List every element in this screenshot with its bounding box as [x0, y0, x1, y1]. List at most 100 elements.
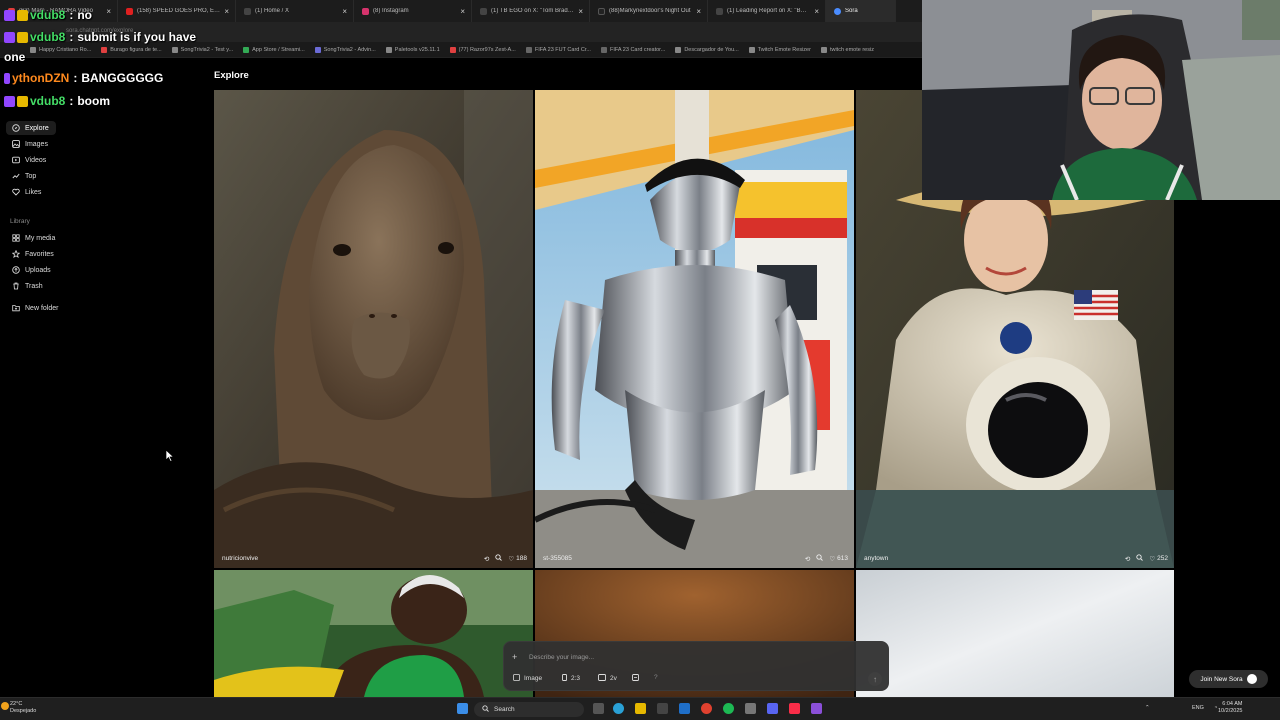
variations-selector[interactable]: 2v	[598, 674, 617, 683]
remix-icon[interactable]: ⟲	[1125, 555, 1130, 563]
sidebar-item-images[interactable]: Images	[6, 137, 56, 151]
discord-icon[interactable]	[767, 703, 778, 714]
join-new-sora-button[interactable]: Join New Sora	[1189, 670, 1268, 688]
close-tab-icon[interactable]: ×	[224, 7, 229, 16]
file-explorer-icon[interactable]	[635, 703, 646, 714]
search-icon[interactable]	[1136, 554, 1144, 563]
close-tab-icon[interactable]: ×	[578, 7, 583, 16]
sidebar-item-favorites[interactable]: Favorites	[6, 247, 70, 261]
bookmark-icon	[171, 46, 178, 53]
browser-tab[interactable]: (1) TB EGO on X: "Tom Brady is ×	[472, 0, 590, 22]
bookmark[interactable]: Descargador de You...	[675, 46, 739, 53]
settings-icon[interactable]	[745, 703, 756, 714]
chat-separator: :	[73, 71, 78, 85]
like-button[interactable]: ♡ 613	[829, 555, 848, 563]
creator-username[interactable]: anytown	[864, 555, 888, 562]
chat-separator: :	[69, 8, 74, 22]
sidebar-item-videos[interactable]: Videos	[6, 153, 56, 167]
chat-text: BANGGGGGG	[81, 71, 164, 85]
search-icon[interactable]	[495, 554, 503, 563]
media-type-selector[interactable]: Image	[513, 674, 542, 683]
windows-start-icon[interactable]	[457, 703, 468, 714]
music-app-icon[interactable]	[789, 703, 800, 714]
sidebar-item-trash[interactable]: Trash	[6, 279, 70, 293]
bookmark[interactable]: twitch emote resiz	[820, 46, 874, 53]
sidebar-item-uploads[interactable]: Uploads	[6, 263, 70, 277]
creator-username[interactable]: st-355085	[543, 555, 572, 562]
sidebar-item-explore[interactable]: Explore	[6, 121, 56, 135]
close-tab-icon[interactable]: ×	[696, 7, 701, 16]
bookmark[interactable]: Paletools v25.11.1	[385, 46, 440, 53]
language-indicator[interactable]: ENG	[1192, 705, 1204, 711]
browser-tab-active[interactable]: Sora	[826, 0, 896, 22]
close-tab-icon[interactable]: ×	[460, 7, 465, 16]
sidebar-item-top[interactable]: Top	[6, 169, 56, 183]
like-button[interactable]: ♡ 252	[1149, 555, 1168, 563]
bookmark[interactable]: Twitch Emote Resizer	[748, 46, 811, 53]
chevron-up-icon[interactable]: ⌃	[1145, 705, 1150, 711]
chat-badge-icon	[4, 9, 15, 21]
browser-tab[interactable]: (158) SPEED GOES PRO, EPISODE×	[118, 0, 236, 22]
bookmark-icon	[449, 46, 456, 53]
chrome-browser-icon[interactable]	[701, 703, 712, 714]
browser-tab[interactable]: (8) Instagram ×	[354, 0, 472, 22]
bookmark[interactable]: FIFA 23 Card creator...	[600, 46, 665, 53]
store-icon[interactable]	[657, 703, 668, 714]
search-icon[interactable]	[816, 554, 824, 563]
help-button[interactable]: ?	[654, 674, 658, 681]
wifi-icon[interactable]: ◔	[1214, 705, 1217, 711]
bookmark[interactable]: (77) Razor97s Zest-A...	[449, 46, 516, 53]
close-tab-icon[interactable]: ×	[814, 7, 819, 16]
presets-icon[interactable]	[632, 674, 639, 681]
card-actions: ⟲ ♡ 613	[805, 554, 848, 563]
gallery-card-runner[interactable]	[214, 570, 533, 697]
variations-icon	[598, 674, 606, 683]
windows-taskbar: 22°C Despejado Search ⌃ ENG ◔ 6:04 AM 10…	[0, 697, 1280, 720]
bookmark[interactable]: Burago figura de te...	[101, 46, 162, 53]
submit-arrow-icon[interactable]: ↑	[868, 672, 882, 686]
taskbar-clock[interactable]: 6:04 AM 10/2/2025	[1218, 701, 1242, 715]
chat-username: vdub8	[30, 8, 66, 22]
gallery-card-dinosaur[interactable]: nutricionvive ⟲ ♡ 188	[214, 90, 533, 568]
chat-text: boom	[77, 94, 111, 108]
mail-icon[interactable]	[679, 703, 690, 714]
card-actions: ⟲ ♡ 188	[484, 554, 527, 563]
new-folder-button[interactable]: New folder	[6, 301, 70, 315]
gallery-card-robot[interactable]: st-355085 ⟲ ♡ 613	[535, 90, 854, 568]
bookmark-icon	[525, 46, 532, 53]
bookmark[interactable]: FIFA 23 FUT Card Cr...	[525, 46, 591, 53]
browser-tab[interactable]: (88)Markynextdoor's Night Out ×	[590, 0, 708, 22]
bookmark[interactable]: SongTrivia2 - Advin...	[314, 46, 376, 53]
like-button[interactable]: ♡ 188	[508, 555, 527, 563]
search-icon	[482, 705, 489, 714]
chat-separator: :	[69, 30, 74, 44]
image-icon	[513, 674, 520, 683]
aspect-ratio-selector[interactable]: 2:3	[562, 674, 580, 683]
page-title: Explore	[214, 70, 249, 81]
add-attachment-icon[interactable]: +	[512, 652, 517, 662]
close-tab-icon[interactable]: ×	[342, 7, 347, 16]
bookmark-icon	[675, 46, 682, 53]
bookmark[interactable]: App Store / Streami...	[243, 46, 305, 53]
chat-badge-icon	[4, 95, 15, 107]
bookmark[interactable]: SongTrivia2 - Test y...	[171, 46, 233, 53]
remix-icon[interactable]: ⟲	[805, 555, 810, 563]
browser-tab[interactable]: (1) Home / X ×	[236, 0, 354, 22]
remix-icon[interactable]: ⟲	[484, 555, 489, 563]
obs-icon[interactable]	[811, 703, 822, 714]
browser-tab[interactable]: (1) Leading Report on X: "BREAKI ×	[708, 0, 826, 22]
task-view-icon[interactable]	[593, 703, 604, 714]
edge-browser-icon[interactable]	[613, 703, 624, 714]
trash-icon	[11, 282, 20, 291]
creator-username[interactable]: nutricionvive	[222, 555, 258, 562]
gallery-card-clouds[interactable]	[856, 570, 1174, 697]
weather-widget[interactable]: 22°C Despejado	[10, 701, 36, 715]
streamer-webcam-image	[922, 0, 1280, 200]
sidebar-item-likes[interactable]: Likes	[6, 185, 56, 199]
close-tab-icon[interactable]: ×	[106, 7, 111, 16]
taskbar-search[interactable]: Search	[474, 702, 584, 717]
bookmark[interactable]: Happy Cristiano Ro...	[30, 46, 91, 53]
prompt-input[interactable]: Describe your image...	[529, 654, 594, 661]
sidebar-item-my-media[interactable]: My media	[6, 231, 70, 245]
spotify-icon[interactable]	[723, 703, 734, 714]
